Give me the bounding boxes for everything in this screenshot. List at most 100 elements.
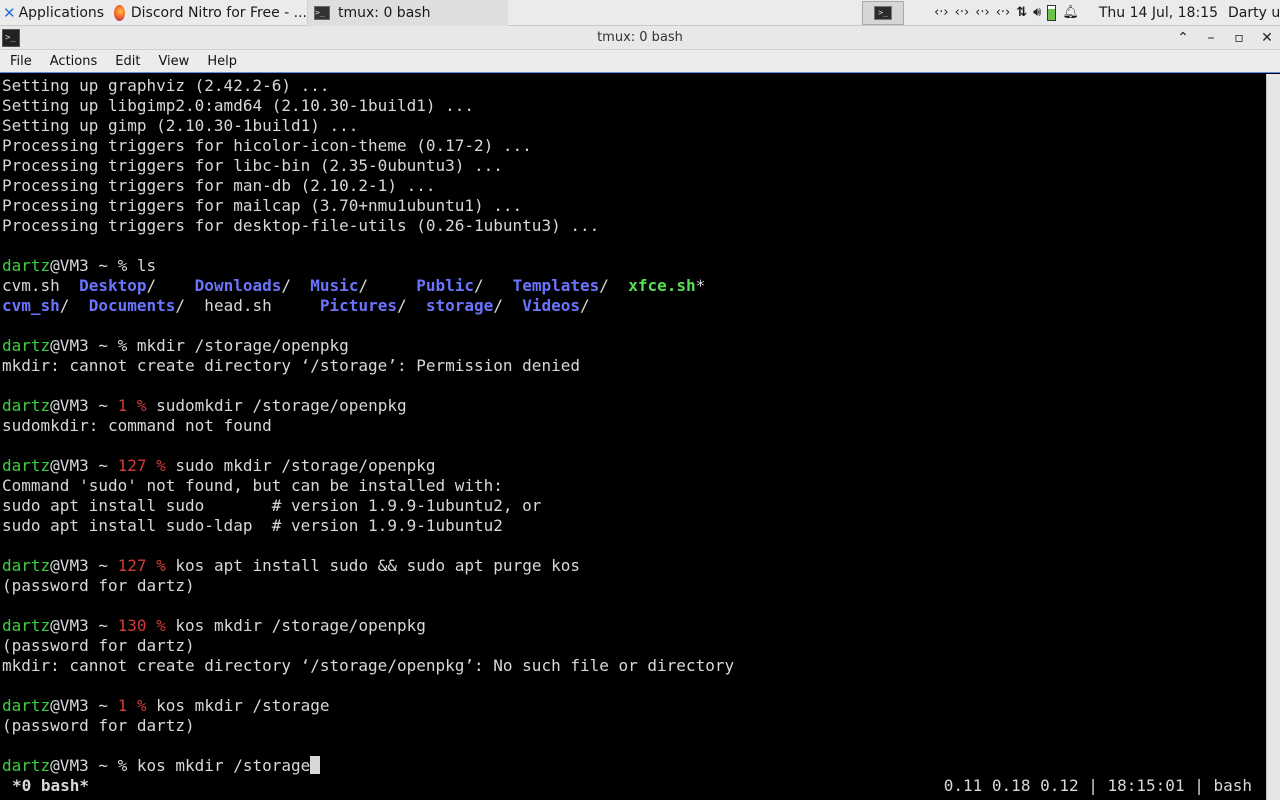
clock[interactable]: Thu 14 Jul, 18:15 — [1085, 0, 1228, 26]
terminal-text: sudo apt install sudo-ldap # version 1.9… — [2, 516, 503, 535]
terminal-text: 1 % — [117, 696, 147, 715]
terminal-text: cvm_sh — [2, 296, 60, 315]
user-menu[interactable]: Darty uwu — [1228, 0, 1280, 26]
terminal-icon[interactable]: >_ — [2, 29, 20, 47]
notification-bell-icon[interactable]: 🔔︎ — [1062, 5, 1079, 20]
window-titlebar[interactable]: >_ tmux: 0 bash ⌃ – ▫ ✕ — [0, 26, 1280, 50]
terminal-text: Templates — [512, 276, 600, 295]
terminal-prompt-line[interactable]: dartz@VM3 ~ % kos mkdir /storage — [2, 756, 1266, 776]
volume-icon[interactable]: 🔊︎ — [1033, 5, 1041, 20]
terminal-icon: >_ — [314, 5, 330, 20]
terminal-text: sudomkdir: command not found — [2, 416, 272, 435]
network-transfer-icon[interactable]: ⇅ — [1016, 5, 1027, 20]
taskbar-item-label: tmux: 0 bash — [338, 4, 431, 21]
terminal-text: @VM3 ~ — [50, 696, 118, 715]
menu-actions[interactable]: Actions — [40, 54, 106, 69]
terminal-text: / — [281, 276, 311, 295]
terminal-text: 127 % — [117, 556, 166, 575]
tmux-window-label[interactable]: *0 bash* — [0, 776, 89, 795]
menu-edit[interactable]: Edit — [105, 54, 148, 69]
terminal-text: Processing triggers for man-db (2.10.2-1… — [2, 176, 436, 195]
terminal-line: Setting up graphviz (2.42.2-6) ... — [2, 76, 1266, 96]
tmux-status-right: 0.11 0.18 0.12 | 18:15:01 | bash — [943, 775, 1252, 795]
terminal-icon: >_ — [874, 5, 893, 20]
terminal-text: kos apt install sudo && sudo apt purge k… — [165, 556, 580, 575]
battery-icon[interactable] — [1047, 4, 1057, 21]
workspace-switcher[interactable]: >_ — [862, 0, 905, 25]
terminal-line: dartz@VM3 ~ % ls — [2, 256, 1266, 276]
terminal-text: Desktop — [79, 276, 147, 295]
network-icon[interactable]: ‹·› — [996, 5, 1011, 20]
network-icon[interactable]: ‹·› — [975, 5, 990, 20]
terminal-text: Videos — [522, 296, 581, 315]
terminal-text: Documents — [88, 296, 176, 315]
terminal-text: mkdir: cannot create directory ‘/storage… — [2, 356, 580, 375]
applications-menu[interactable]: ✕ Applications — [0, 0, 110, 26]
terminal-text: (password for dartz) — [2, 636, 195, 655]
menu-file[interactable]: File — [0, 54, 40, 69]
terminal-text: / — [59, 296, 89, 315]
terminal-line: dartz@VM3 ~ % mkdir /storage/openpkg — [2, 336, 1266, 356]
terminal-line: cvm.sh Desktop/ Downloads/ Music/ Public… — [2, 276, 1266, 296]
terminal-scrollbar[interactable] — [1266, 74, 1280, 800]
terminal-text: cvm.sh — [2, 276, 80, 295]
terminal-line: dartz@VM3 ~ 130 % kos mkdir /storage/ope… — [2, 616, 1266, 636]
top-panel: ✕ Applications Discord Nitro for Free - … — [0, 0, 1280, 26]
terminal-line: (password for dartz) — [2, 636, 1266, 656]
terminal-output[interactable]: Setting up graphviz (2.42.2-6) ... Settin… — [0, 74, 1266, 800]
terminal-text: / — [474, 276, 513, 295]
terminal-text: (password for dartz) — [2, 716, 195, 735]
terminal-line: cvm_sh/ Documents/ head.sh Pictures/ sto… — [2, 296, 1266, 316]
terminal-text: Downloads — [194, 276, 282, 295]
prompt-host: @VM3 ~ % — [50, 756, 137, 775]
network-icon[interactable]: ‹·› — [955, 5, 970, 20]
terminal-line: Processing triggers for man-db (2.10.2-1… — [2, 176, 1266, 196]
terminal-line: dartz@VM3 ~ 127 % sudo mkdir /storage/op… — [2, 456, 1266, 476]
terminal-text: dartz — [2, 556, 51, 575]
terminal-text: dartz — [2, 456, 51, 475]
close-icon[interactable]: ✕ — [1260, 30, 1274, 46]
terminal-text: Setting up gimp (2.10.30-1build1) ... — [2, 116, 359, 135]
window-title: tmux: 0 bash — [597, 30, 683, 45]
terminal-text: kos mkdir /storage — [146, 696, 330, 715]
terminal-text: sudo apt install sudo # version 1.9.9-1u… — [2, 496, 542, 515]
terminal-text: / — [146, 276, 195, 295]
taskbar-item-tmux[interactable]: >_ tmux: 0 bash — [308, 0, 508, 26]
terminal-text: sudomkdir /storage/openpkg — [146, 396, 407, 415]
terminal-text: 127 % — [117, 456, 166, 475]
terminal-text: 130 % — [117, 616, 166, 635]
terminal-line: sudomkdir: command not found — [2, 416, 1266, 436]
xfce-logo-icon: ✕ — [3, 3, 16, 22]
command-input[interactable]: kos mkdir /storage — [137, 756, 310, 775]
shade-up-icon[interactable]: ⌃ — [1176, 30, 1190, 46]
terminal-text: (password for dartz) — [2, 576, 195, 595]
text-cursor — [310, 756, 321, 774]
menu-help[interactable]: Help — [197, 54, 245, 69]
terminal-text: Processing triggers for mailcap (3.70+nm… — [2, 196, 523, 215]
terminal-text: dartz — [2, 256, 51, 275]
terminal-line: mkdir: cannot create directory ‘/storage… — [2, 656, 1266, 676]
prompt-user: dartz — [2, 756, 51, 775]
terminal-text: Processing triggers for desktop-file-uti… — [2, 216, 600, 235]
terminal-line: Command 'sudo' not found, but can be ins… — [2, 476, 1266, 496]
terminal-text: @VM3 ~ — [50, 456, 118, 475]
terminal-text: 1 % — [117, 396, 147, 415]
applications-label: Applications — [18, 4, 105, 21]
maximize-icon[interactable]: ▫ — [1232, 30, 1246, 46]
terminal-text: sudo mkdir /storage/openpkg — [165, 456, 436, 475]
menu-view[interactable]: View — [148, 54, 197, 69]
terminal-text: dartz — [2, 336, 51, 355]
taskbar-item-discord[interactable]: Discord Nitro for Free - ... — [110, 0, 308, 26]
terminal-line: sudo apt install sudo-ldap # version 1.9… — [2, 516, 1266, 536]
terminal-text: Public — [416, 276, 475, 295]
terminal-line: Processing triggers for hicolor-icon-the… — [2, 136, 1266, 156]
network-icon[interactable]: ‹·› — [934, 5, 949, 20]
minimize-icon[interactable]: – — [1204, 30, 1218, 46]
terminal-text: @VM3 ~ % mkdir /storage/openpkg — [50, 336, 349, 355]
terminal-text: Setting up graphviz (2.42.2-6) ... — [2, 76, 330, 95]
